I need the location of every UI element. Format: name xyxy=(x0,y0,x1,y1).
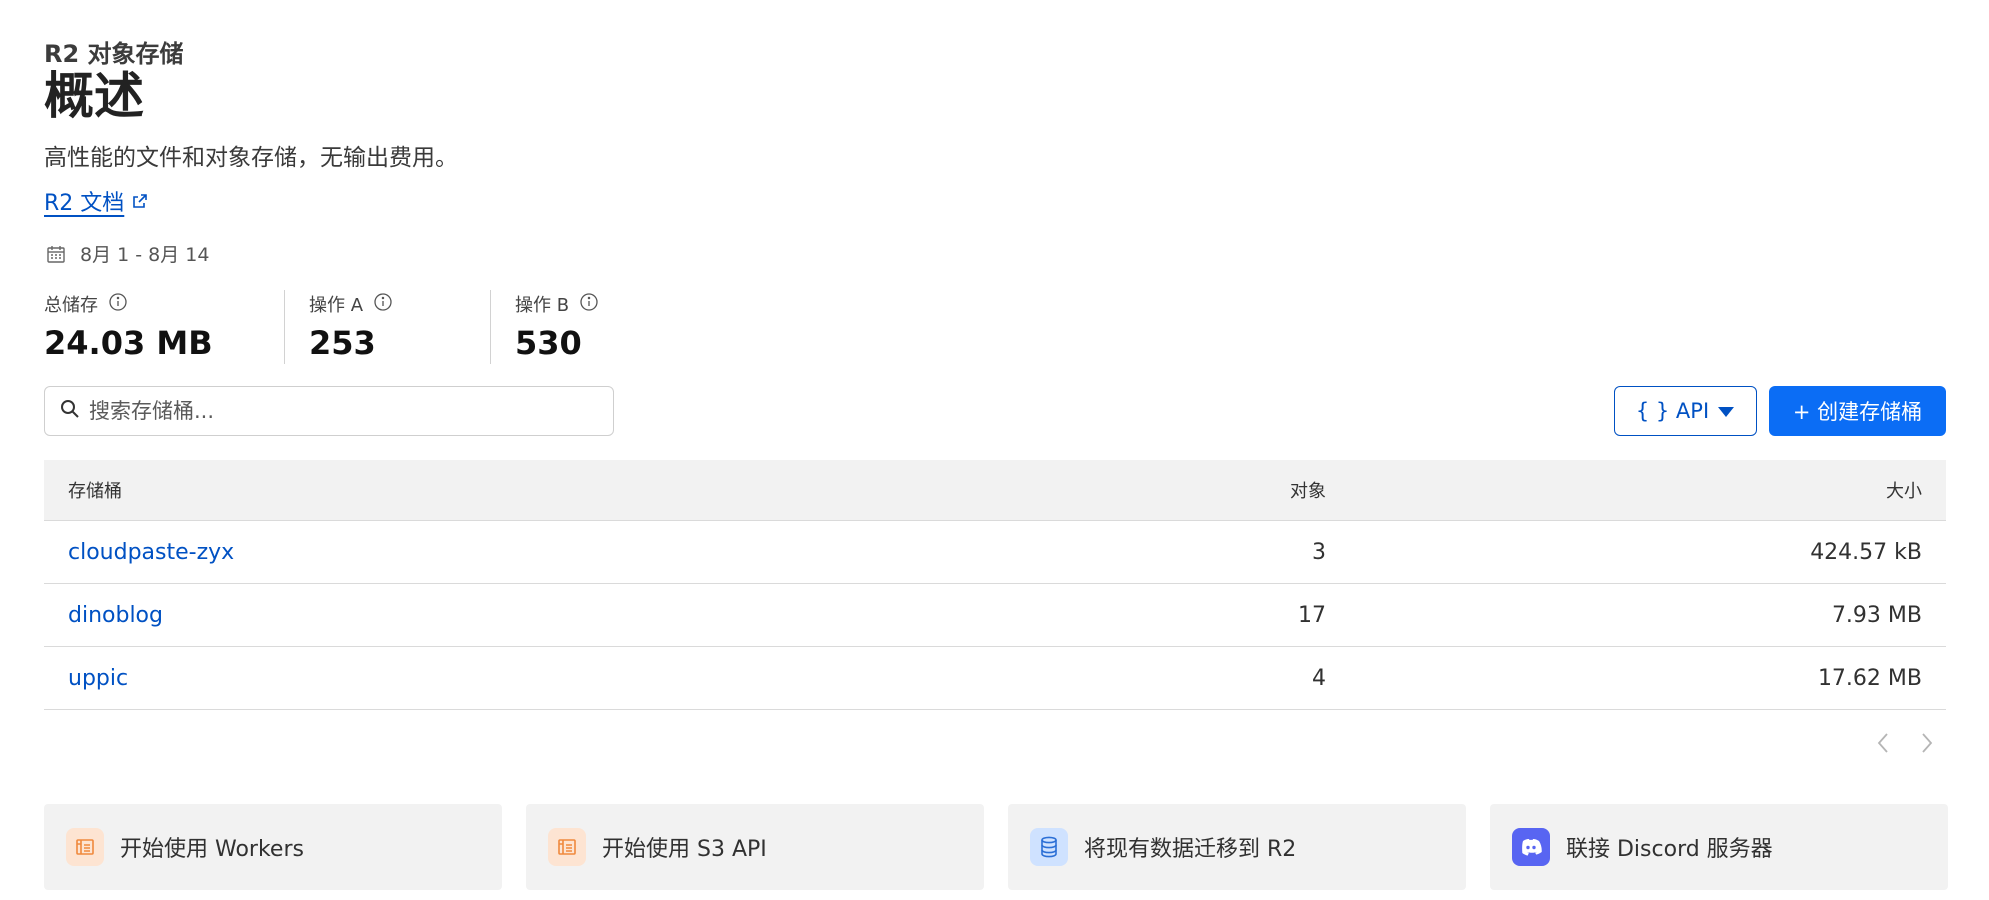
section-subtitle: R2 对象存储 xyxy=(44,40,184,68)
pagination xyxy=(1876,731,1934,755)
api-button-label: { } API xyxy=(1635,399,1710,423)
external-link-icon xyxy=(132,193,148,209)
date-range-label: 8月 1 - 8月 14 xyxy=(80,244,210,266)
metric-operations-a: 操作 A 253 xyxy=(284,290,490,364)
page-description: 高性能的文件和对象存储，无输出费用。 xyxy=(44,145,458,171)
card-migrate[interactable]: 将现有数据迁移到 R2 xyxy=(1008,804,1466,890)
column-header-objects[interactable]: 对象 xyxy=(1288,477,1326,503)
table-header: 存储桶 对象 大小 xyxy=(44,460,1946,521)
info-icon[interactable] xyxy=(579,292,599,317)
info-icon[interactable] xyxy=(108,292,128,317)
page-title: 概述 xyxy=(44,67,144,125)
buckets-table: 存储桶 对象 大小 cloudpaste-zyx 3 424.57 kB din… xyxy=(44,460,1946,710)
bucket-size: 424.57 kB xyxy=(1810,539,1922,565)
metric-total-storage: 总储存 24.03 MB xyxy=(44,290,284,364)
search-icon xyxy=(59,398,81,424)
bucket-size: 17.62 MB xyxy=(1817,665,1922,691)
card-label: 开始使用 Workers xyxy=(120,837,304,862)
metric-label: 总储存 xyxy=(44,295,98,316)
caret-down-icon xyxy=(1717,399,1735,423)
chevron-left-icon[interactable] xyxy=(1876,731,1890,755)
metrics-row: 总储存 24.03 MB 操作 A 253 操作 B 530 xyxy=(44,290,650,364)
bucket-name-link[interactable]: uppic xyxy=(68,666,128,691)
info-icon[interactable] xyxy=(373,292,393,317)
bucket-object-count: 4 xyxy=(1312,665,1326,691)
card-label: 将现有数据迁移到 R2 xyxy=(1084,837,1297,862)
quick-links: 开始使用 Workers 开始使用 S3 API 将现有数据迁移到 R2 联接 … xyxy=(44,804,1948,890)
docs-link-label: R2 文档 xyxy=(44,191,125,216)
metric-operations-b: 操作 B 530 xyxy=(490,290,650,364)
bucket-object-count: 17 xyxy=(1298,602,1326,628)
date-range[interactable]: 8月 1 - 8月 14 xyxy=(46,240,209,267)
document-icon xyxy=(548,828,586,866)
card-workers[interactable]: 开始使用 Workers xyxy=(44,804,502,890)
metric-label: 操作 B xyxy=(515,295,570,316)
metric-label: 操作 A xyxy=(309,295,364,316)
bucket-name-link[interactable]: dinoblog xyxy=(68,603,163,628)
bucket-object-count: 3 xyxy=(1312,539,1326,565)
card-label: 联接 Discord 服务器 xyxy=(1566,837,1773,862)
table-row[interactable]: cloudpaste-zyx 3 424.57 kB xyxy=(44,521,1946,584)
docs-link[interactable]: R2 文档 xyxy=(44,185,148,217)
table-row[interactable]: dinoblog 17 7.93 MB xyxy=(44,584,1946,647)
metric-value: 253 xyxy=(309,324,376,362)
column-header-bucket[interactable]: 存储桶 xyxy=(44,477,1288,503)
table-row[interactable]: uppic 4 17.62 MB xyxy=(44,647,1946,710)
card-discord[interactable]: 联接 Discord 服务器 xyxy=(1490,804,1948,890)
calendar-icon xyxy=(46,244,66,264)
card-s3-api[interactable]: 开始使用 S3 API xyxy=(526,804,984,890)
bucket-name-link[interactable]: cloudpaste-zyx xyxy=(68,540,234,565)
document-icon xyxy=(66,828,104,866)
create-bucket-button[interactable]: + 创建存储桶 xyxy=(1769,386,1946,436)
metric-value: 530 xyxy=(515,324,582,362)
bucket-search[interactable] xyxy=(44,386,614,436)
api-dropdown-button[interactable]: { } API xyxy=(1614,386,1757,436)
metric-value: 24.03 MB xyxy=(44,324,213,362)
column-header-size[interactable]: 大小 xyxy=(1326,477,1946,503)
search-input[interactable] xyxy=(89,399,569,423)
chevron-right-icon[interactable] xyxy=(1920,731,1934,755)
discord-icon xyxy=(1512,828,1550,866)
card-label: 开始使用 S3 API xyxy=(602,837,767,862)
database-icon xyxy=(1030,828,1068,866)
bucket-size: 7.93 MB xyxy=(1831,602,1922,628)
